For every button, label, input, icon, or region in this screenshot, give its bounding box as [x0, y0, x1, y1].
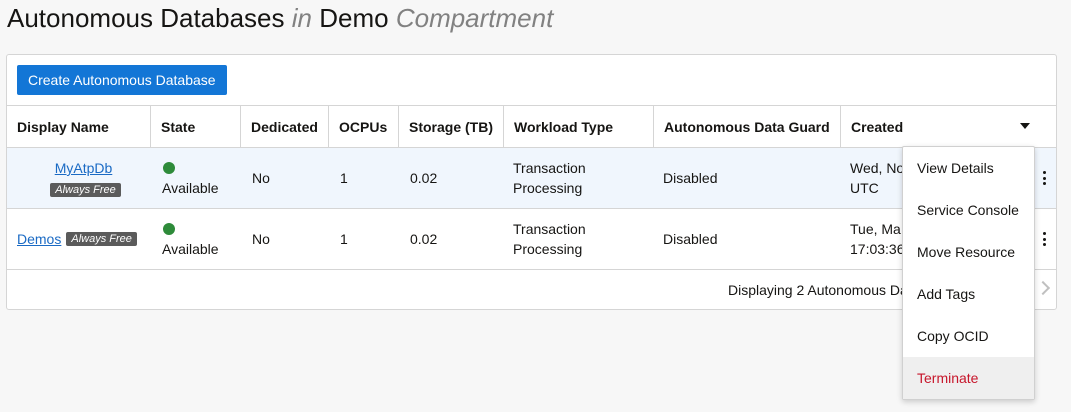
ocpus-cell: 1	[340, 231, 348, 247]
column-header-storage[interactable]: Storage (TB)	[398, 106, 503, 147]
workload-type-cell: Transaction Processing	[503, 209, 653, 269]
databases-table: Display Name State Dedicated OCPUs Stora…	[7, 105, 1056, 310]
available-status-icon	[163, 162, 175, 174]
menu-item-copy-ocid[interactable]: Copy OCID	[903, 315, 1034, 357]
always-free-badge: Always Free	[50, 183, 121, 197]
storage-cell: 0.02	[410, 170, 438, 186]
dedicated-cell: No	[252, 170, 270, 186]
row-actions-kebab-icon[interactable]	[1040, 230, 1048, 248]
chevron-right-icon[interactable]	[1035, 280, 1051, 296]
created-line-2: UTC	[850, 180, 879, 196]
database-name-link[interactable]: MyAtpDb	[55, 160, 113, 176]
row-actions-menu: View Details Service Console Move Resour…	[902, 146, 1035, 400]
created-line-2: 17:03:36	[850, 241, 905, 257]
column-header-data-guard[interactable]: Autonomous Data Guard	[653, 106, 840, 147]
ocpus-cell: 1	[340, 170, 348, 186]
table-row: Demos Always Free Available No 1 0.02 Tr…	[7, 209, 1056, 270]
workload-line-1: Transaction	[513, 221, 586, 237]
display-name-cell: Demos Always Free	[7, 209, 150, 269]
column-header-ocpus[interactable]: OCPUs	[328, 106, 398, 147]
page-title: Autonomous Databases in Demo Compartment	[7, 2, 553, 34]
always-free-badge: Always Free	[66, 232, 137, 246]
column-header-workload-type[interactable]: Workload Type	[503, 106, 653, 147]
created-line-1: Wed, No	[850, 160, 905, 176]
database-name-link[interactable]: Demos	[17, 231, 61, 247]
storage-cell: 0.02	[410, 231, 438, 247]
state-label: Available	[162, 241, 219, 257]
table-row: MyAtpDb Always Free Available No 1 0.02 …	[7, 148, 1056, 209]
column-header-dedicated[interactable]: Dedicated	[240, 106, 328, 147]
pagination-summary: Displaying 2 Autonomous Da	[728, 282, 908, 298]
table-header-row: Display Name State Dedicated OCPUs Stora…	[7, 106, 1056, 148]
workload-line-2: Processing	[513, 180, 583, 196]
workload-line-1: Transaction	[513, 160, 586, 176]
compartment-name: Demo	[319, 3, 389, 33]
display-name-cell: MyAtpDb Always Free	[7, 148, 150, 208]
table-footer: Displaying 2 Autonomous Da	[7, 270, 1056, 310]
state-cell: Available	[150, 148, 240, 208]
state-cell: Available	[150, 209, 240, 269]
column-header-created-label: Created	[851, 118, 904, 135]
page-title-in: in	[291, 3, 312, 33]
created-line-1: Tue, Ma	[850, 221, 901, 237]
data-guard-cell: Disabled	[663, 231, 718, 247]
available-status-icon	[163, 223, 175, 235]
menu-item-move-resource[interactable]: Move Resource	[903, 231, 1034, 273]
column-header-state[interactable]: State	[150, 106, 240, 147]
data-guard-cell: Disabled	[663, 170, 718, 186]
menu-item-add-tags[interactable]: Add Tags	[903, 273, 1034, 315]
column-header-display-name[interactable]: Display Name	[7, 106, 150, 147]
dedicated-cell: No	[252, 231, 270, 247]
create-autonomous-database-button[interactable]: Create Autonomous Database	[17, 65, 227, 95]
sort-descending-icon[interactable]	[1020, 123, 1030, 129]
menu-item-terminate[interactable]: Terminate	[903, 357, 1034, 399]
menu-item-service-console[interactable]: Service Console	[903, 189, 1034, 231]
row-actions-kebab-icon[interactable]	[1040, 169, 1048, 187]
workload-line-2: Processing	[513, 241, 583, 257]
compartment-word: Compartment	[395, 3, 554, 33]
page-title-main: Autonomous Databases	[7, 3, 285, 33]
column-header-created[interactable]: Created	[840, 106, 1056, 147]
menu-item-view-details[interactable]: View Details	[903, 147, 1034, 189]
workload-type-cell: Transaction Processing	[503, 148, 653, 208]
databases-panel: Create Autonomous Database Display Name …	[6, 54, 1057, 310]
state-label: Available	[162, 180, 219, 196]
